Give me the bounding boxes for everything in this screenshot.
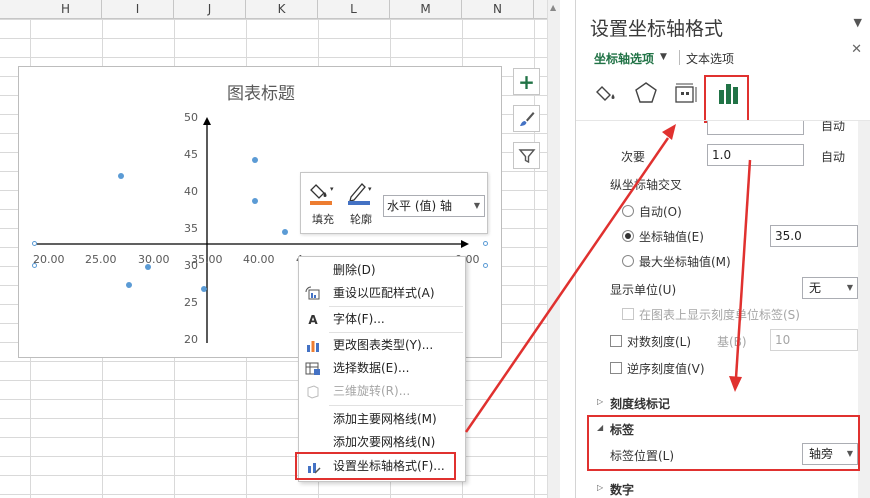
annotation-arrow-head: [729, 376, 742, 392]
annotation-arrow-head: [662, 124, 676, 140]
annotation-arrow-line: [734, 159, 752, 379]
annotation-arrows: [464, 124, 752, 433]
annotation-arrow-line: [464, 137, 670, 433]
